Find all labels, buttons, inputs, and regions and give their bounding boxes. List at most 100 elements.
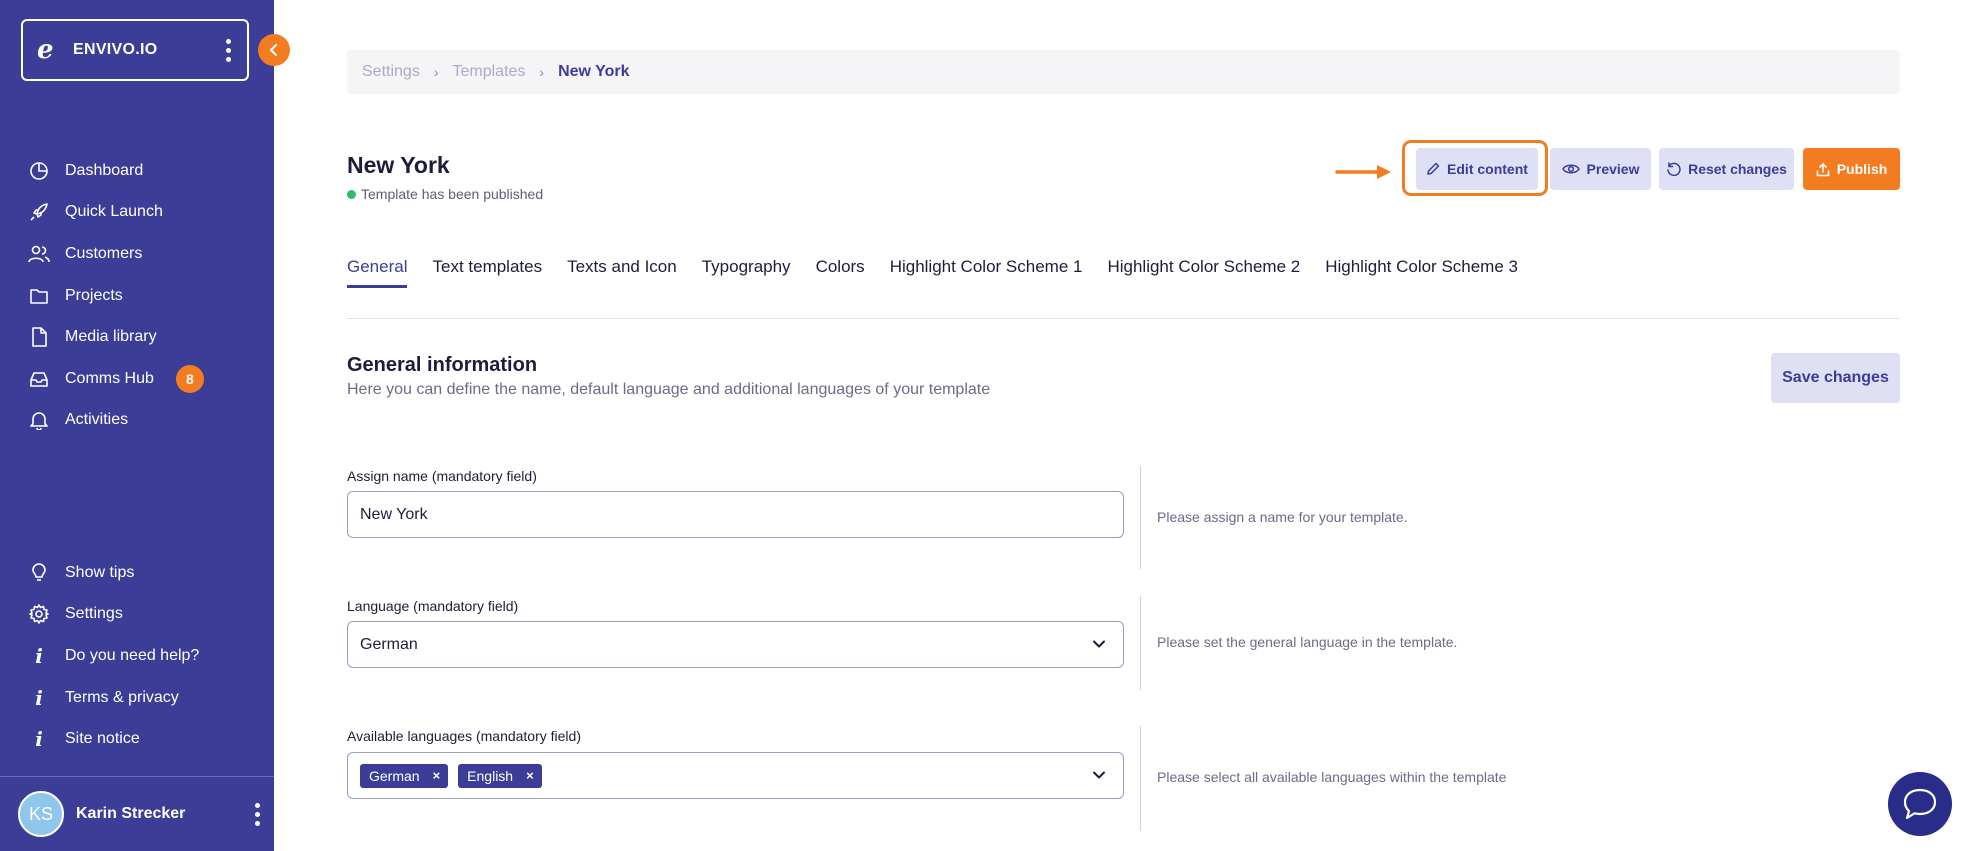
info-icon: i (35, 685, 43, 710)
file-icon (28, 326, 50, 348)
main-nav: Dashboard Quick Launch Customers Project… (0, 150, 274, 441)
language-field-label: Language (mandatory field) (347, 598, 519, 614)
inbox-icon (28, 368, 50, 390)
tab-typography[interactable]: Typography (702, 257, 791, 288)
sidebar-item-label: Activities (65, 411, 129, 429)
sidebar-item-site-notice[interactable]: i Site notice (0, 718, 274, 760)
chat-bubble-icon (1903, 788, 1937, 820)
tab-highlight-color-scheme-2[interactable]: Highlight Color Scheme 2 (1107, 257, 1300, 288)
sidebar-item-projects[interactable]: Projects (0, 275, 274, 317)
organization-menu-icon[interactable] (225, 38, 231, 62)
language-tag: German × (360, 763, 449, 788)
tab-highlight-color-scheme-1[interactable]: Highlight Color Scheme 1 (890, 257, 1083, 288)
sidebar-item-label: Comms Hub (65, 369, 154, 387)
remove-tag-icon[interactable]: × (526, 768, 534, 783)
page-title: New York (347, 152, 450, 178)
rocket-icon (28, 201, 50, 223)
sidebar-item-dashboard[interactable]: Dashboard (0, 150, 274, 192)
sidebar-item-label: Settings (65, 605, 123, 623)
sidebar-item-label: Customers (65, 244, 143, 262)
language-field-hint: Please set the general language in the t… (1157, 634, 1458, 650)
arrow-annotation-icon (1335, 165, 1391, 179)
tab-general[interactable]: General (347, 257, 408, 288)
available-languages-multiselect[interactable]: German × English × (347, 752, 1124, 799)
eye-icon (1561, 164, 1580, 174)
available-languages-label: Available languages (mandatory field) (347, 728, 581, 744)
tab-bar: General Text templates Texts and Icon Ty… (347, 257, 1543, 288)
chevron-down-icon[interactable] (1091, 767, 1107, 783)
language-select[interactable]: German (347, 621, 1124, 668)
name-field-hint: Please assign a name for your template. (1157, 509, 1408, 525)
sidebar-item-activities[interactable]: Activities (0, 400, 274, 442)
organization-switcher[interactable]: e ENVIVO.IO (21, 19, 249, 81)
tab-colors[interactable]: Colors (816, 257, 865, 288)
sidebar-item-label: Quick Launch (65, 203, 163, 221)
divider (1140, 596, 1141, 690)
name-field[interactable]: New York (347, 491, 1124, 538)
publish-status: Template has been published (347, 186, 543, 202)
publish-label: Publish (1836, 161, 1888, 177)
sidebar-item-label: Projects (65, 286, 123, 304)
divider (347, 318, 1900, 319)
avatar: KS (18, 791, 64, 837)
user-menu-icon[interactable] (254, 802, 260, 826)
chevron-left-icon (269, 43, 278, 57)
pie-chart-icon (28, 160, 50, 182)
chevron-down-icon[interactable] (1091, 636, 1107, 652)
notification-badge: 8 (175, 364, 204, 393)
collapse-sidebar-button[interactable] (258, 34, 290, 66)
sidebar-item-label: Terms & privacy (65, 688, 179, 706)
sidebar: e ENVIVO.IO Dashboard Quick Launch Custo… (0, 0, 274, 851)
edit-content-button[interactable]: Edit content (1416, 148, 1538, 190)
breadcrumb-settings[interactable]: Settings (362, 63, 420, 81)
pencil-icon (1427, 162, 1440, 175)
lightbulb-icon (28, 562, 50, 584)
sidebar-item-label: Dashboard (65, 161, 144, 179)
divider (1140, 726, 1141, 831)
name-field-value: New York (360, 505, 428, 523)
section-description: Here you can define the name, default la… (347, 381, 991, 398)
sidebar-item-customers[interactable]: Customers (0, 233, 274, 275)
folder-icon (28, 285, 50, 307)
secondary-nav: Show tips Settings i Do you need help? i… (0, 552, 274, 760)
language-tag: English × (458, 763, 542, 788)
sidebar-item-help[interactable]: i Do you need help? (0, 635, 274, 677)
users-icon (28, 243, 50, 265)
section-title: General information (347, 354, 538, 376)
breadcrumb-current: New York (558, 63, 630, 80)
tab-text-templates[interactable]: Text templates (432, 257, 542, 288)
undo-icon (1667, 161, 1681, 176)
sidebar-item-label: Do you need help? (65, 646, 200, 664)
reset-changes-button[interactable]: Reset changes (1659, 148, 1794, 190)
save-changes-button[interactable]: Save changes (1771, 353, 1900, 403)
user-profile[interactable]: KS Karin Strecker (0, 776, 274, 851)
tab-texts-and-icon[interactable]: Texts and Icon (567, 257, 677, 288)
breadcrumb-templates[interactable]: Templates (452, 63, 525, 81)
bell-icon (28, 409, 50, 431)
remove-tag-icon[interactable]: × (433, 768, 441, 783)
sidebar-item-comms-hub[interactable]: Comms Hub 8 (0, 358, 274, 400)
preview-button[interactable]: Preview (1550, 148, 1651, 190)
envivo-logo: e (37, 35, 54, 65)
available-languages-hint: Please select all available languages wi… (1157, 769, 1507, 785)
publish-button[interactable]: Publish (1803, 148, 1900, 190)
chat-button[interactable] (1888, 772, 1952, 836)
language-tag-label: English (467, 767, 514, 784)
sidebar-item-label: Site notice (65, 730, 140, 748)
sidebar-item-media-library[interactable]: Media library (0, 316, 274, 358)
sidebar-item-quick-launch[interactable]: Quick Launch (0, 192, 274, 234)
user-name: Karin Strecker (76, 805, 186, 822)
sidebar-item-settings[interactable]: Settings (0, 594, 274, 636)
info-icon: i (35, 727, 43, 752)
sidebar-item-label: Show tips (65, 563, 135, 581)
divider (1140, 466, 1141, 569)
chevron-right-icon: › (539, 64, 545, 80)
gear-icon (28, 603, 50, 625)
reset-changes-label: Reset changes (1688, 161, 1787, 177)
tab-highlight-color-scheme-3[interactable]: Highlight Color Scheme 3 (1325, 257, 1518, 288)
sidebar-item-terms-privacy[interactable]: i Terms & privacy (0, 677, 274, 719)
breadcrumb: Settings › Templates › New York (347, 50, 1900, 94)
upload-icon (1816, 162, 1830, 176)
organization-name: ENVIVO.IO (73, 41, 158, 58)
sidebar-item-show-tips[interactable]: Show tips (0, 552, 274, 594)
